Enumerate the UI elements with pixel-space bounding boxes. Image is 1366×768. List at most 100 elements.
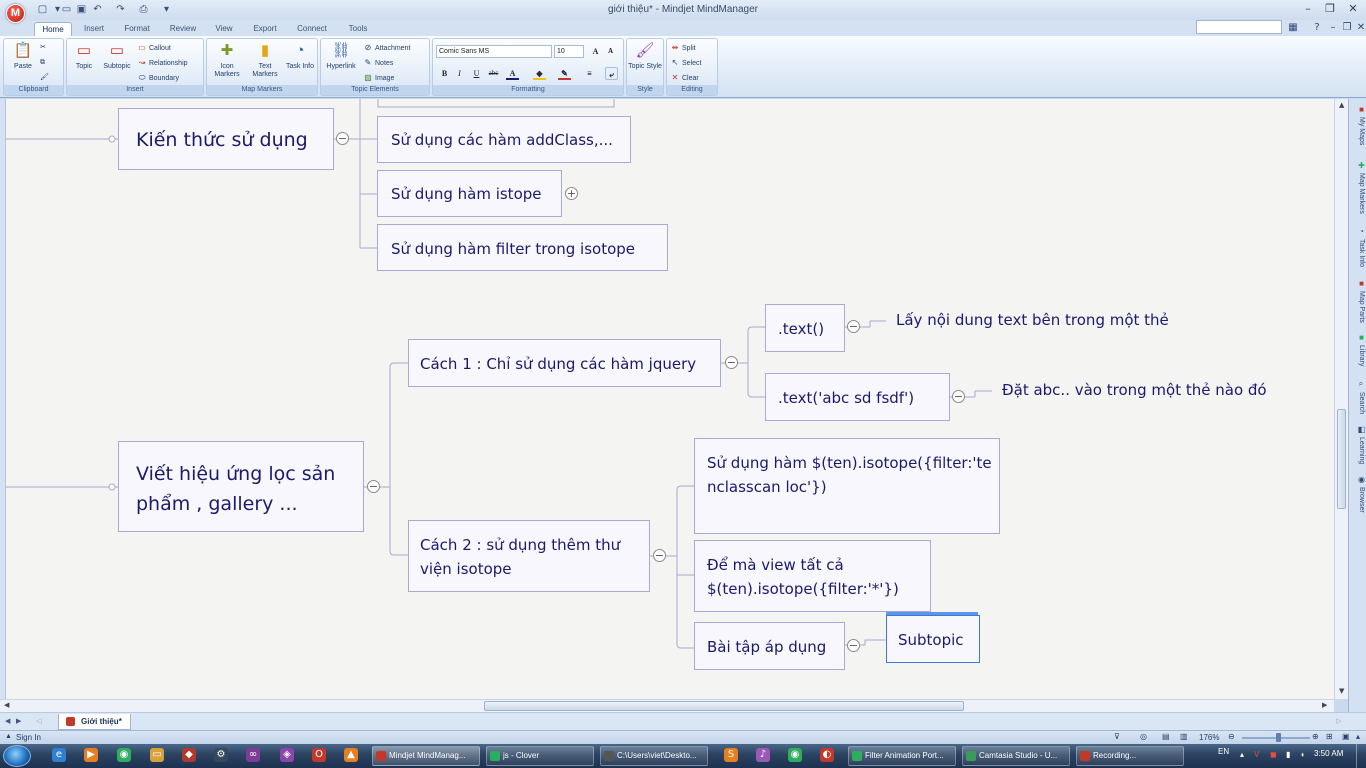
collapse-text-abc-icon[interactable]: − xyxy=(952,390,965,403)
filter-icon[interactable]: ⊽ xyxy=(1114,732,1120,741)
tab-format[interactable]: Format xyxy=(118,22,156,36)
horizontal-scrollbar[interactable]: ◀ ▶ xyxy=(0,699,1334,712)
close-doc-icon[interactable]: ✕ xyxy=(1354,21,1366,34)
hyperlink-button[interactable]: ⛓ Hyperlink xyxy=(322,41,360,85)
topic-bai-tap-ap-dung[interactable]: Bài tập áp dụng xyxy=(694,622,845,670)
boundary-button[interactable]: ⬭ Boundary xyxy=(137,72,179,83)
floating-topic-lay-noi-dung[interactable]: Lấy nội dung text bên trong một thẻ xyxy=(896,311,1169,329)
paste-button[interactable]: 📋 Paste xyxy=(6,41,40,85)
collapse-viet-hieu-ung-icon[interactable]: − xyxy=(367,480,380,493)
collapse-kien-thuc-icon[interactable]: − xyxy=(336,132,349,145)
show-desktop-button[interactable] xyxy=(1356,744,1366,768)
minimize-ribbon-icon[interactable]: – xyxy=(1326,21,1340,34)
tray-record-icon[interactable]: ◼ xyxy=(1270,750,1277,759)
clock[interactable]: 3:50 AM xyxy=(1314,749,1343,758)
tab-view[interactable]: View xyxy=(208,22,240,36)
restore-button[interactable]: ❐ xyxy=(1319,1,1341,17)
format-painter-icon[interactable]: 🖌 xyxy=(40,72,49,83)
my-maps-tab[interactable]: ■ My Maps xyxy=(1350,105,1366,145)
zoom-out-icon[interactable]: ⊖ xyxy=(1228,732,1235,741)
topic-kien-thuc-su-dung[interactable]: Kiến thức sử dụng xyxy=(118,108,334,170)
scroll-left-icon[interactable]: ◀ xyxy=(4,701,9,709)
photo-app-icon[interactable]: ◐ xyxy=(820,748,834,762)
library-tab[interactable]: ■ Library xyxy=(1350,333,1366,366)
topic-addclass[interactable]: Sử dụng các hàm addClass,... xyxy=(377,116,631,163)
fill-color-icon[interactable]: ◈ xyxy=(533,67,546,80)
copy-icon[interactable]: ⧉ xyxy=(40,57,45,68)
taskbar-task-mindmanager[interactable]: Mindjet MindManag... xyxy=(372,746,480,766)
scroll-up-icon[interactable]: ▲ xyxy=(1339,101,1344,109)
floating-topic-dat-abc[interactable]: Đặt abc.. vào trong một thẻ nào đó xyxy=(1002,381,1267,399)
tab-insert[interactable]: Insert xyxy=(76,22,112,36)
attachment-button[interactable]: ⊘ Attachment xyxy=(363,42,411,53)
zoom-slider[interactable] xyxy=(1242,733,1310,742)
expand-istope-icon[interactable]: + xyxy=(565,187,578,200)
tray-volume-icon[interactable]: ◖ xyxy=(1300,750,1305,759)
task-info-tab[interactable]: ◔ Task Info xyxy=(1350,227,1366,267)
font-family-select[interactable]: Comic Sans MS xyxy=(436,45,552,58)
topic-filter-isotope[interactable]: Sử dụng hàm filter trong isotope xyxy=(377,224,668,271)
document-tab[interactable]: Giới thiệu* xyxy=(58,714,131,730)
task-info-button[interactable]: ◔ Task Info xyxy=(285,41,315,85)
collapse-cach-1-icon[interactable]: − xyxy=(725,356,738,369)
next-doc-icon[interactable]: ▶ xyxy=(16,717,21,725)
icon-markers-button[interactable]: ✚ Icon Markers xyxy=(209,41,245,85)
map-canvas[interactable]: Kiến thức sử dụng − Sử dụng các hàm addC… xyxy=(0,99,1334,699)
font-color-button[interactable]: A xyxy=(506,67,519,80)
restore-doc-icon[interactable]: ❐ xyxy=(1340,21,1354,34)
visual-studio-icon[interactable]: ∞ xyxy=(246,748,260,762)
full-screen-icon[interactable]: ▣ xyxy=(1342,732,1350,741)
itunes-icon[interactable]: ♪ xyxy=(756,748,770,762)
topic-text-abc[interactable]: .text('abc sd fsdf') xyxy=(765,373,950,421)
help-icon[interactable]: ? xyxy=(1310,21,1324,34)
gantt-view-icon[interactable]: ▥ xyxy=(1180,732,1188,741)
shrink-font-icon[interactable]: A xyxy=(604,45,617,58)
tray-v-icon[interactable]: V xyxy=(1254,750,1259,759)
topic-su-dung-ham-isotope[interactable]: Sử dụng hàm $(ten).isotope({filter:'tenc… xyxy=(694,438,1000,534)
underline-button[interactable]: U xyxy=(470,67,483,80)
grow-font-icon[interactable]: A xyxy=(589,45,602,58)
media-player-icon[interactable]: ▶ xyxy=(84,748,98,762)
zoom-slider-thumb[interactable] xyxy=(1276,733,1281,742)
bold-button[interactable]: B xyxy=(438,67,451,80)
layout-icon[interactable]: ▦ xyxy=(1286,21,1300,34)
chrome-pinned-icon[interactable]: ◉ xyxy=(788,748,802,762)
scroll-down-icon[interactable]: ▼ xyxy=(1339,687,1344,695)
select-button[interactable]: ↖ Select xyxy=(670,57,702,68)
line-color-icon[interactable]: ✎ xyxy=(558,67,571,80)
split-button[interactable]: ⇹ Split xyxy=(670,42,696,53)
topic-cach-2[interactable]: Cách 2 : sử dụng thêm thư viện isotope xyxy=(408,520,650,592)
text-markers-button[interactable]: ▮ Text Markers xyxy=(247,41,283,85)
tab-scroll-icon[interactable]: ◁ xyxy=(36,717,41,725)
app-menu-button[interactable]: M xyxy=(6,4,25,23)
map-parts-tab[interactable]: ■ Map Parts xyxy=(1350,279,1366,323)
folder-icon[interactable]: ▭ xyxy=(150,748,164,762)
topic-istope[interactable]: Sử dụng hàm istope xyxy=(377,170,562,217)
collapse-cach-2-icon[interactable]: − xyxy=(653,549,666,562)
taskbar-task-filter-animation[interactable]: Filter Animation Port... xyxy=(848,746,956,766)
clear-button[interactable]: ✕ Clear xyxy=(670,72,699,83)
strikethrough-button[interactable]: abc xyxy=(487,67,500,80)
tab-export[interactable]: Export xyxy=(248,22,282,36)
image-button[interactable]: ▨ Image xyxy=(363,72,394,83)
search-tab[interactable]: ⌕ Search xyxy=(1350,380,1366,414)
outline-view-icon[interactable]: ▤ xyxy=(1162,732,1170,741)
subtopic-button[interactable]: ▭ Subtopic xyxy=(99,41,135,85)
topic-subtopic-selected[interactable]: Subtopic xyxy=(886,612,980,663)
tray-network-icon[interactable]: ▮ xyxy=(1286,750,1290,759)
topic-viet-hieu-ung[interactable]: Viết hiệu ứng lọc sản phẩm , gallery ... xyxy=(118,441,364,532)
view-mode-icon[interactable]: ◎ xyxy=(1140,732,1147,741)
horizontal-scroll-thumb[interactable] xyxy=(484,701,964,711)
app-icon[interactable]: ◆ xyxy=(182,748,196,762)
relationship-button[interactable]: ↝ Relationship xyxy=(137,57,188,68)
taskbar-task-recording[interactable]: Recording... xyxy=(1076,746,1184,766)
learning-tab[interactable]: ◧ Learning xyxy=(1350,425,1366,464)
scroll-right-icon[interactable]: ▶ xyxy=(1322,701,1327,709)
topic-cach-1[interactable]: Cách 1 : Chỉ sử dụng các hàm jquery xyxy=(408,339,721,387)
align-icon[interactable]: ≡ xyxy=(583,67,596,80)
map-markers-tab[interactable]: ✚ Map Markers xyxy=(1350,161,1366,214)
tray-arrow-icon[interactable]: ▴ xyxy=(1240,750,1244,759)
taskbar-task-explorer[interactable]: C:\Users\viet\Deskto... xyxy=(600,746,708,766)
callout-button[interactable]: ▭ Callout xyxy=(137,42,171,53)
topic-text-empty[interactable]: .text() xyxy=(765,304,845,352)
